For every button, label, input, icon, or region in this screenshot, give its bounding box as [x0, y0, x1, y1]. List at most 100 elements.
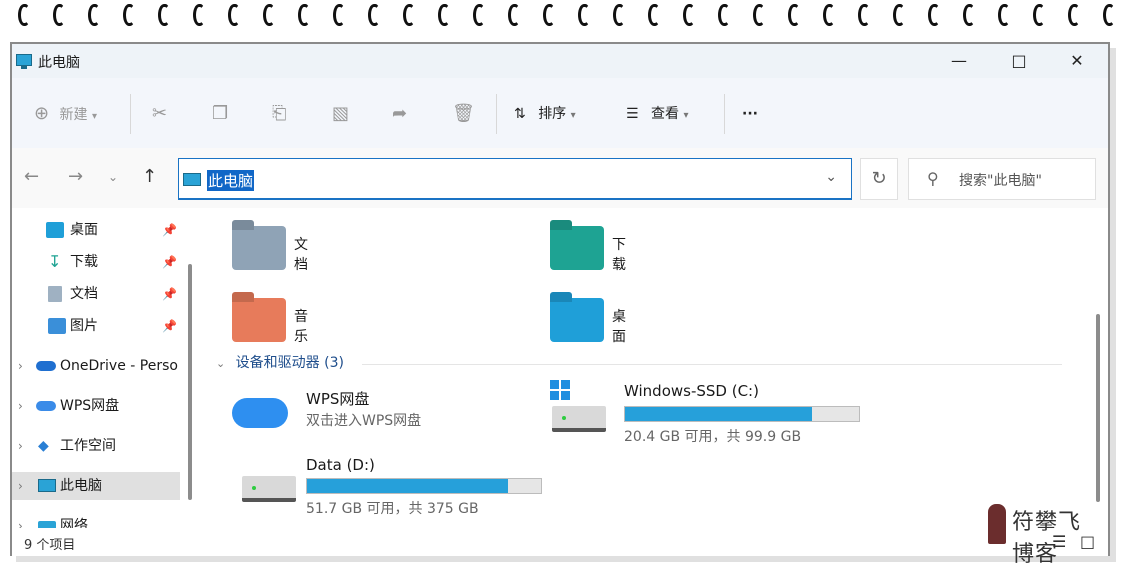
spiral-ring [858, 4, 870, 26]
devices-group-header[interactable]: ⌄ 设备和驱动器 (3) [216, 352, 344, 372]
sidebar-item-pictures[interactable]: 图片 📌 [12, 312, 180, 340]
address-path[interactable]: 此电脑 [207, 170, 255, 191]
sidebar-item-label: 网络 [60, 518, 88, 528]
recent-locations-chevron-icon[interactable]: ⌄ [108, 170, 118, 184]
view-button[interactable]: ☰ 查看 ▾ [626, 102, 689, 126]
spiral-ring [578, 4, 590, 26]
more-options-button[interactable]: ··· [742, 102, 758, 126]
sidebar-item-downloads[interactable]: ↧ 下载 📌 [12, 248, 180, 276]
copy-button[interactable]: ❐ [212, 102, 228, 126]
chevron-down-icon: ▾ [570, 110, 576, 121]
spiral-ring [158, 4, 170, 26]
document-icon [48, 286, 62, 302]
sort-button[interactable]: ⇅ 排序 ▾ [514, 102, 576, 126]
spiral-ring [333, 4, 345, 26]
watermark-text: 符攀飞博客 [1012, 510, 1082, 567]
sidebar-item-network[interactable]: › 网络 [12, 512, 180, 528]
sidebar-item-documents[interactable]: 文档 📌 [12, 280, 180, 308]
sidebar-item-label: 图片 [70, 318, 98, 334]
sidebar-item-wps-drive[interactable]: › WPS网盘 [12, 392, 180, 420]
pin-icon[interactable]: 📌 [162, 216, 177, 244]
folder-label: 文档 [294, 237, 308, 273]
sidebar-item-label: 下载 [70, 254, 98, 270]
drive-name: Data (D:) [306, 456, 375, 474]
sidebar-item-onedrive[interactable]: › OneDrive - Perso [12, 352, 180, 380]
sidebar-item-this-pc[interactable]: › 此电脑 [12, 472, 180, 500]
blog-watermark: 符攀飞博客 [980, 500, 1100, 567]
this-pc-icon [183, 173, 201, 186]
chevron-right-icon[interactable]: › [18, 512, 23, 528]
spiral-ring [613, 4, 625, 26]
drive-name: WPS网盘 [306, 390, 370, 408]
chevron-down-icon: ▾ [683, 110, 689, 121]
pin-icon[interactable]: 📌 [162, 280, 177, 308]
cut-button[interactable]: ✂ [152, 102, 167, 126]
chevron-right-icon[interactable]: › [18, 392, 23, 420]
new-button[interactable]: ⊕ 新建 ▾ [34, 102, 97, 126]
sort-icon: ⇅ [514, 106, 526, 122]
spiral-ring [1103, 4, 1115, 26]
address-bar[interactable]: 此电脑 ⌄ [178, 158, 852, 200]
sidebar-item-desktop[interactable]: 桌面 📌 [12, 216, 180, 244]
spiral-ring [88, 4, 100, 26]
drive-subtitle: 20.4 GB 可用，共 99.9 GB [624, 429, 802, 445]
drive-name: Windows-SSD (C:) [624, 382, 759, 400]
spiral-ring [998, 4, 1010, 26]
share-button[interactable]: ➦ [392, 102, 407, 126]
sidebar-scrollbar[interactable] [188, 264, 192, 500]
pin-icon[interactable]: 📌 [162, 312, 177, 340]
window-title: 此电脑 [38, 55, 80, 71]
toolbar-divider [496, 94, 497, 134]
back-arrow-icon[interactable]: ← [24, 166, 39, 187]
workspace-icon: ◆ [38, 438, 49, 454]
sidebar-item-label: 桌面 [70, 222, 98, 238]
sidebar-item-label: 文档 [70, 286, 98, 302]
spiral-ring [683, 4, 695, 26]
paste-button[interactable]: ⎗ [272, 102, 286, 126]
maximize-button[interactable]: □ [990, 46, 1048, 76]
character-figure-image [988, 504, 1006, 544]
spiral-ring [718, 4, 730, 26]
close-button[interactable]: ✕ [1048, 46, 1106, 76]
sidebar-item-workspace[interactable]: › ◆ 工作空间 [12, 432, 180, 460]
windows-logo-icon [550, 380, 570, 400]
content-area: 文档 下载 音乐 桌面 ⌄ 设备和驱动器 (3) WPS网盘 双击进入WPS网盘… [198, 208, 1094, 528]
spiral-ring [508, 4, 520, 26]
chevron-right-icon[interactable]: › [18, 352, 23, 380]
rename-button[interactable]: ▧ [332, 102, 349, 126]
spiral-ring [893, 4, 905, 26]
content-scrollbar[interactable] [1096, 314, 1100, 502]
sidebar-item-label: 此电脑 [60, 478, 102, 494]
group-label: 设备和驱动器 (3) [235, 355, 344, 371]
rename-icon: ▧ [332, 103, 350, 124]
delete-button[interactable]: 🗑 [452, 102, 475, 126]
share-icon: ➦ [392, 103, 408, 124]
up-arrow-icon[interactable]: ↑ [142, 166, 157, 187]
spiral-ring [368, 4, 380, 26]
wps-drive-item[interactable]: WPS网盘 双击进入WPS网盘 [232, 388, 512, 448]
minimize-button[interactable]: — [930, 46, 988, 76]
chevron-right-icon[interactable]: › [18, 472, 23, 500]
command-bar: ⊕ 新建 ▾ ✂ ❐ ⎗ ▧ ➦ 🗑 ⇅ 排序 ▾ ☰ 查看 ▾ ··· [12, 78, 1108, 149]
new-label: 新建 [59, 107, 88, 123]
pin-icon[interactable]: 📌 [162, 248, 177, 276]
refresh-button[interactable]: ↻ [860, 158, 898, 200]
search-icon: ⚲ [927, 169, 939, 188]
chevron-right-icon[interactable]: › [18, 432, 23, 460]
folder-label: 音乐 [294, 309, 308, 345]
spiral-ring [1068, 4, 1080, 26]
search-input[interactable]: 搜索"此电脑" [959, 170, 1042, 190]
spiral-ring [403, 4, 415, 26]
c-drive-item[interactable]: Windows-SSD (C:) 20.4 GB 可用，共 99.9 GB [550, 376, 870, 445]
search-box[interactable]: ⚲ 搜索"此电脑" [908, 158, 1096, 200]
chevron-down-icon: ▾ [92, 111, 98, 122]
chevron-down-icon[interactable]: ⌄ [825, 169, 837, 185]
forward-arrow-icon[interactable]: → [68, 166, 83, 187]
desktop-icon [46, 222, 64, 238]
d-drive-item[interactable]: Data (D:) 51.7 GB 可用，共 375 GB [232, 456, 552, 517]
status-bar: 9 个项目 ☰ □ [12, 528, 1108, 556]
view-label: 查看 [651, 106, 680, 122]
spiral-ring [193, 4, 205, 26]
spiral-ring [1033, 4, 1045, 26]
folder-label: 桌面 [612, 309, 626, 345]
